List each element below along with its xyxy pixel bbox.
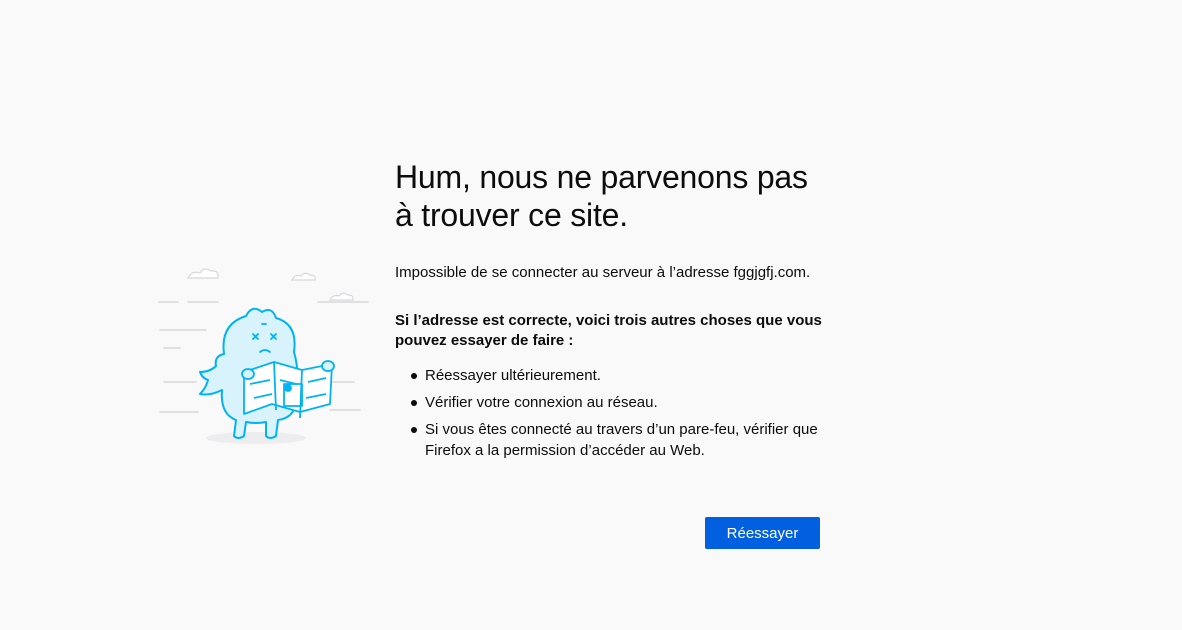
suggestions-heading-line-2: pouvez essayer de faire : [395,332,574,349]
error-content: Hum, nous ne parvenons pas à trouver ce s… [395,158,825,467]
page-title: Hum, nous ne parvenons pas à trouver ce s… [395,158,825,234]
suggestion-item: Si vous êtes connecté au travers d’un pa… [411,419,825,461]
suggestion-item: Vérifier votre connexion au réseau. [411,392,825,413]
title-line-1: Hum, nous ne parvenons pas [395,159,808,195]
suggestion-item: Réessayer ultérieurement. [411,365,825,386]
retry-button[interactable]: Réessayer [705,517,820,549]
title-line-2: à trouver ce site. [395,197,628,233]
suggestion-text-continued: Firefox a la permission d’accéder au Web… [425,442,705,459]
suggestions-heading-line-1: Si l’adresse est correcte, voici trois a… [395,312,822,329]
suggestion-text: Réessayer ultérieurement. [425,367,601,384]
error-message: Impossible de se connecter au serveur à … [395,264,811,281]
suggestion-text: Vérifier votre connexion au réseau. [425,394,658,411]
suggestions-heading: Si l’adresse est correcte, voici trois a… [395,311,825,351]
suggestions-list: Réessayer ultérieurement. Vérifier votre… [395,365,825,461]
suggestion-text: Si vous êtes connecté au travers d’un pa… [425,421,818,438]
error-page: Hum, nous ne parvenons pas à trouver ce s… [0,0,1182,630]
lost-monster-map-icon [158,268,369,444]
